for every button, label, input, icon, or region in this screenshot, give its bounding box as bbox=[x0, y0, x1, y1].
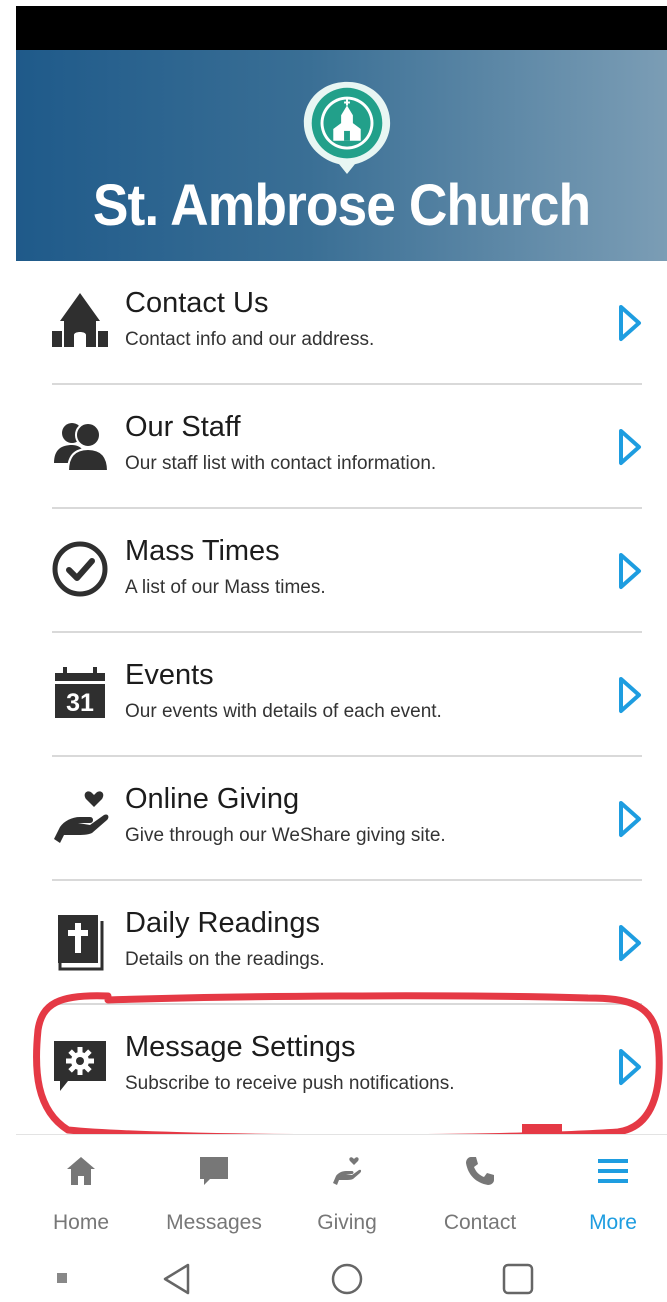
clock-check-icon bbox=[52, 541, 108, 597]
menu-subtitle: Give through our WeShare giving site. bbox=[125, 825, 446, 846]
menu-title: Mass Times bbox=[125, 535, 280, 567]
message-gear-icon bbox=[54, 1041, 106, 1091]
menu-item-online-giving[interactable]: Online Giving Give through our WeShare g… bbox=[0, 757, 667, 881]
church-pin-icon bbox=[303, 81, 391, 175]
back-icon[interactable] bbox=[160, 1262, 194, 1296]
chevron-right-icon bbox=[619, 305, 641, 341]
giving-icon bbox=[333, 1157, 362, 1185]
chevron-right-icon bbox=[619, 925, 641, 961]
tab-home[interactable]: Home bbox=[16, 1135, 146, 1245]
chat-icon bbox=[200, 1157, 228, 1185]
status-bar bbox=[16, 6, 667, 50]
menu-title: Contact Us bbox=[125, 287, 269, 319]
phone-icon bbox=[466, 1157, 494, 1185]
menu-item-our-staff[interactable]: Our Staff Our staff list with contact in… bbox=[0, 385, 667, 509]
overview-square-icon[interactable] bbox=[501, 1262, 535, 1296]
tab-label: Contact bbox=[443, 1211, 517, 1234]
menu-title: Online Giving bbox=[125, 783, 300, 815]
chevron-right-icon bbox=[619, 429, 641, 465]
bottom-tab-bar: Home Messages Giving Contact More bbox=[16, 1134, 667, 1244]
tab-label: Messages bbox=[166, 1211, 262, 1234]
bible-icon bbox=[58, 915, 104, 971]
calendar-day: 31 bbox=[66, 689, 94, 717]
giving-hand-icon bbox=[54, 791, 109, 843]
chevron-right-icon bbox=[619, 801, 641, 837]
menu-title: Our Staff bbox=[125, 411, 241, 443]
tab-giving[interactable]: Giving bbox=[282, 1135, 412, 1245]
menu-subtitle: Details on the readings. bbox=[125, 949, 325, 970]
menu-icon bbox=[598, 1159, 628, 1183]
tab-messages[interactable]: Messages bbox=[149, 1135, 279, 1245]
home-circle-icon[interactable] bbox=[330, 1262, 364, 1296]
menu-item-events[interactable]: 31 Events Our events with details of eac… bbox=[0, 633, 667, 757]
menu-item-mass-times[interactable]: Mass Times A list of our Mass times. bbox=[0, 509, 667, 633]
menu-subtitle: Our staff list with contact information. bbox=[125, 453, 437, 474]
menu-title: Message Settings bbox=[125, 1031, 356, 1063]
tab-label: Giving bbox=[317, 1211, 377, 1234]
chevron-right-icon bbox=[619, 677, 641, 713]
menu-subtitle: Subscribe to receive push notifications. bbox=[125, 1073, 455, 1094]
home-icon bbox=[67, 1157, 95, 1185]
menu-subtitle: Our events with details of each event. bbox=[125, 701, 442, 722]
calendar-icon: 31 bbox=[55, 667, 105, 718]
recents-dot-icon[interactable] bbox=[56, 1272, 68, 1284]
tab-label: Home bbox=[52, 1211, 110, 1234]
menu-item-contact-us[interactable]: Contact Us Contact info and our address. bbox=[0, 261, 667, 385]
menu-subtitle: A list of our Mass times. bbox=[125, 577, 326, 598]
chevron-right-icon bbox=[619, 553, 641, 589]
menu-title: Events bbox=[125, 659, 214, 691]
tab-contact[interactable]: Contact bbox=[415, 1135, 545, 1245]
menu-item-message-settings[interactable]: Message Settings Subscribe to receive pu… bbox=[0, 1005, 667, 1129]
people-icon bbox=[54, 422, 110, 472]
menu-list: Contact Us Contact info and our address.… bbox=[0, 261, 667, 1129]
chevron-right-icon bbox=[619, 1049, 641, 1085]
app-header: St. Ambrose Church bbox=[16, 50, 667, 261]
system-navigation-bar bbox=[0, 1250, 667, 1302]
menu-subtitle: Contact info and our address. bbox=[125, 329, 375, 350]
church-title: St. Ambrose Church bbox=[92, 173, 591, 238]
church-icon bbox=[52, 293, 108, 347]
tab-label: More bbox=[589, 1211, 637, 1234]
tab-more[interactable]: More bbox=[548, 1135, 667, 1245]
menu-item-daily-readings[interactable]: Daily Readings Details on the readings. bbox=[0, 881, 667, 1005]
menu-title: Daily Readings bbox=[125, 907, 321, 939]
